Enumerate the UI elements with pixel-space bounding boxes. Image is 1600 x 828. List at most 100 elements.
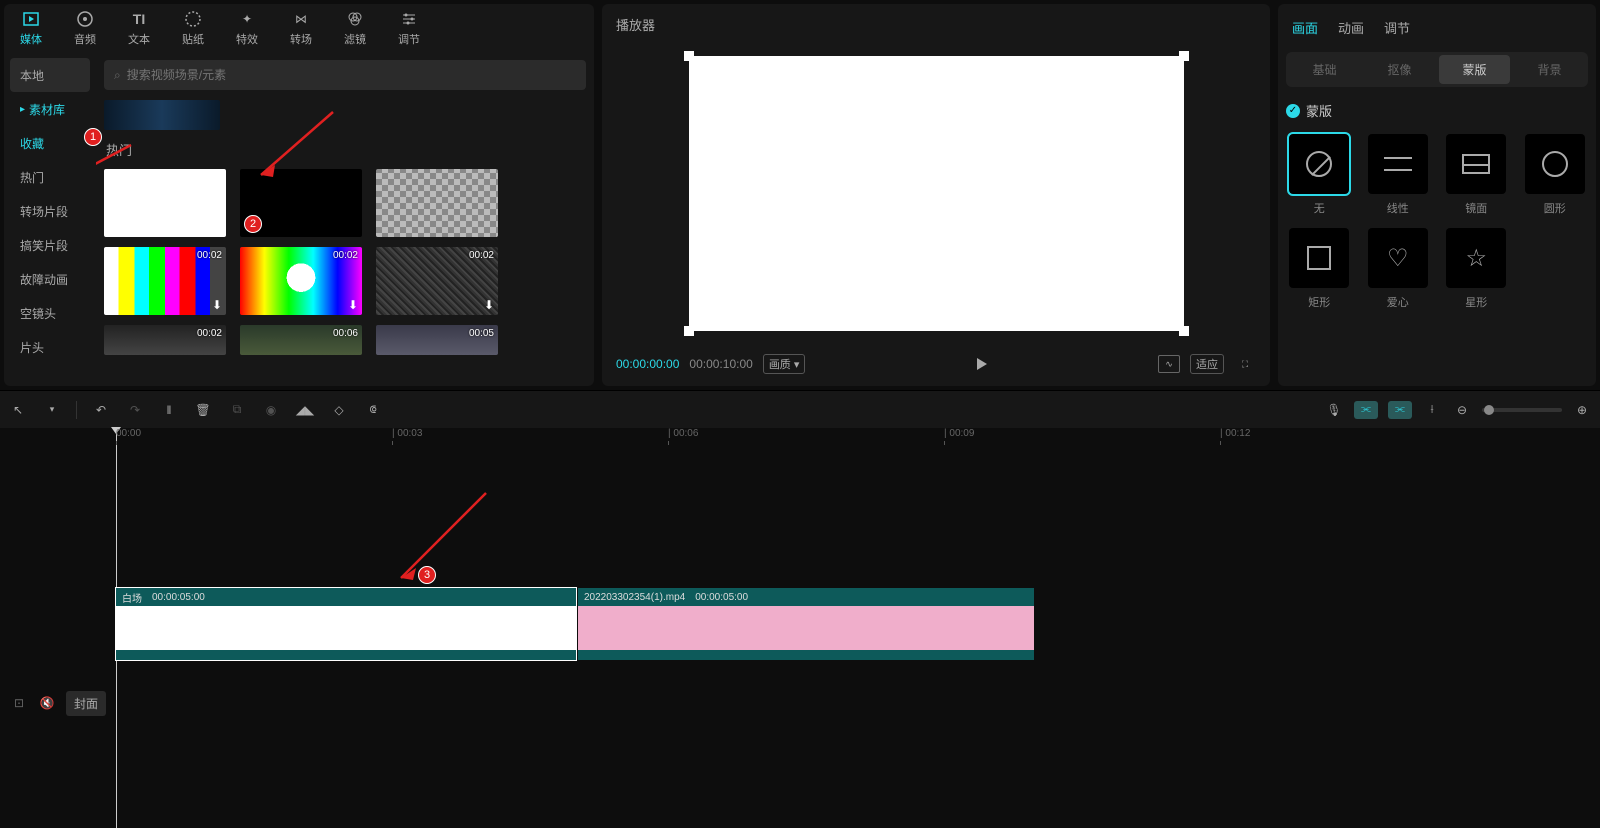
delete-button[interactable]: 🗑 xyxy=(193,400,213,420)
media-sidebar: 本地 素材库 收藏 1 热门 转场片段 搞笑片段 故障动画 空镜头 片头 xyxy=(4,52,96,386)
thumb-transparent[interactable] xyxy=(376,169,498,237)
annotation-arrow-3 xyxy=(391,488,491,588)
quality-button[interactable]: 画质 ▾ xyxy=(763,354,806,374)
thumb-clip-b[interactable]: 00:06 xyxy=(240,325,362,355)
search-bar[interactable]: ⌕ xyxy=(104,60,586,90)
player-canvas[interactable] xyxy=(602,44,1270,342)
track-mute-icon[interactable]: 🔇 xyxy=(38,694,56,712)
magnet-button-2[interactable]: ⫘ xyxy=(1388,401,1412,419)
sidebar-transitions[interactable]: 转场片段 xyxy=(10,194,90,228)
sidebar-local[interactable]: 本地 xyxy=(10,58,90,92)
resize-handle[interactable] xyxy=(1179,326,1189,336)
annotation-2: 2 xyxy=(244,215,262,233)
sidebar-glitch[interactable]: 故障动画 xyxy=(10,262,90,296)
canvas-area[interactable] xyxy=(689,56,1184,331)
annotation-arrow-1 xyxy=(96,140,136,200)
tab-media[interactable]: 媒体 xyxy=(4,4,58,52)
sidebar-empty[interactable]: 空镜头 xyxy=(10,296,90,330)
mask-grid: 无 线性 镜面 圆形 矩形 ♡爱心 ☆星形 xyxy=(1286,134,1588,310)
tab-filter[interactable]: 滤镜 xyxy=(328,4,382,52)
props-tab-animation[interactable]: 动画 xyxy=(1338,18,1364,37)
resize-handle[interactable] xyxy=(684,326,694,336)
zoom-out-button[interactable]: ⊖ xyxy=(1452,400,1472,420)
tab-transition[interactable]: ⋈ 转场 xyxy=(274,4,328,52)
thumb-colorbars-1[interactable]: 00:02⬇ xyxy=(104,247,226,315)
download-icon[interactable]: ⬇ xyxy=(484,298,494,312)
cover-button[interactable]: 封面 xyxy=(66,691,106,716)
crop-tool[interactable]: ⟃ xyxy=(363,400,383,420)
sidebar-funny[interactable]: 搞笑片段 xyxy=(10,228,90,262)
magnet-button-1[interactable]: ⫘ xyxy=(1354,401,1378,419)
tab-adjust[interactable]: 调节 xyxy=(382,4,436,52)
play-icon xyxy=(977,358,987,370)
thumb-black[interactable]: 2 xyxy=(240,169,362,237)
timeline-body: ⊡ 🔇 封面 3 白场00:00:05:00 202203302354(1).m… xyxy=(0,448,1600,818)
download-icon[interactable]: ⬇ xyxy=(212,298,222,312)
props-tab-adjust[interactable]: 调节 xyxy=(1384,18,1410,37)
tab-sticker[interactable]: 贴纸 xyxy=(166,4,220,52)
mask-rect[interactable]: 矩形 xyxy=(1286,228,1353,310)
redo-button[interactable]: ↷ xyxy=(125,400,145,420)
record-button[interactable]: ◉ xyxy=(261,400,281,420)
sidebar-hot[interactable]: 热门 xyxy=(10,160,90,194)
mask-checkbox[interactable]: ✓ 蒙版 xyxy=(1286,101,1588,120)
waveform-button[interactable]: ∿ xyxy=(1158,355,1180,373)
transition-icon: ⋈ xyxy=(292,10,310,28)
props-tabs: 画面 动画 调节 xyxy=(1286,12,1588,42)
download-icon[interactable]: ⬇ xyxy=(348,298,358,312)
track-toggle-icon[interactable]: ⊡ xyxy=(10,694,28,712)
mask-linear[interactable]: 线性 xyxy=(1365,134,1432,216)
tab-text[interactable]: TI 文本 xyxy=(112,4,166,52)
subtab-background[interactable]: 背景 xyxy=(1514,55,1585,84)
thumb-clip-c[interactable]: 00:05 xyxy=(376,325,498,355)
fit-button[interactable]: 适应 xyxy=(1190,354,1224,374)
mask-heart[interactable]: ♡爱心 xyxy=(1365,228,1432,310)
thumb-colorbars-2[interactable]: 00:02⬇ xyxy=(240,247,362,315)
zoom-slider[interactable] xyxy=(1482,408,1562,412)
effects-icon: ✦ xyxy=(238,10,256,28)
resize-handle[interactable] xyxy=(684,51,694,61)
timeline-section: ↖ ▾ ↶ ↷ ‖ 🗑 ⧉ ◉ ◢◣ ◇ ⟃ 🎙 ⫘ ⫘ ⟊ ⊖ ⊕ 00:00… xyxy=(0,390,1600,818)
timeline-ruler[interactable]: 00:00 | 00:03 | 00:06 | 00:09 | 00:12 xyxy=(116,428,1592,448)
rotate-tool[interactable]: ◇ xyxy=(329,400,349,420)
align-button[interactable]: ⟊ xyxy=(1422,400,1442,420)
zoom-in-button[interactable]: ⊕ xyxy=(1572,400,1592,420)
track-headers: ⊡ 🔇 封面 xyxy=(0,448,116,818)
mic-button[interactable]: 🎙 xyxy=(1324,400,1344,420)
resize-handle[interactable] xyxy=(1179,51,1189,61)
copy-button[interactable]: ⧉ xyxy=(227,400,247,420)
split-tool[interactable]: ‖ xyxy=(159,400,179,420)
tracks-area[interactable]: 3 白场00:00:05:00 202203302354(1).mp400:00… xyxy=(116,448,1600,818)
mask-mirror[interactable]: 镜面 xyxy=(1443,134,1510,216)
search-input[interactable] xyxy=(127,68,576,82)
thumb-recent[interactable] xyxy=(104,100,220,130)
top-tabs: 媒体 音频 TI 文本 贴纸 ✦ 特效 ⋈ 转场 xyxy=(4,4,594,52)
fullscreen-button[interactable]: ⛶ xyxy=(1234,355,1256,373)
thumb-clip-a[interactable]: 00:02 xyxy=(104,325,226,355)
subtab-basic[interactable]: 基础 xyxy=(1289,55,1360,84)
cursor-tool[interactable]: ↖ xyxy=(8,400,28,420)
media-content: ⌕ 热门 2 00:02⬇ 00:02 xyxy=(96,52,594,386)
time-duration: 00:00:10:00 xyxy=(689,357,752,371)
subtab-cutout[interactable]: 抠像 xyxy=(1364,55,1435,84)
mask-none[interactable]: 无 xyxy=(1286,134,1353,216)
mask-circle[interactable]: 圆形 xyxy=(1522,134,1589,216)
search-icon: ⌕ xyxy=(114,68,121,83)
subtab-mask[interactable]: 蒙版 xyxy=(1439,55,1510,84)
dropdown-icon[interactable]: ▾ xyxy=(42,400,62,420)
clip-white[interactable]: 白场00:00:05:00 xyxy=(116,588,576,660)
play-button[interactable] xyxy=(815,358,1148,370)
thumb-noise[interactable]: 00:02⬇ xyxy=(376,247,498,315)
undo-button[interactable]: ↶ xyxy=(91,400,111,420)
player-panel: 播放器 00:00:00:00 00:00:10:00 画质 ▾ ∿ 适应 ⛶ xyxy=(602,4,1270,386)
tab-audio[interactable]: 音频 xyxy=(58,4,112,52)
sidebar-favorites[interactable]: 收藏 1 xyxy=(10,126,90,160)
clip-video[interactable]: 202203302354(1).mp400:00:05:00 xyxy=(578,588,1034,660)
mirror-tool[interactable]: ◢◣ xyxy=(295,400,315,420)
props-tab-picture[interactable]: 画面 xyxy=(1292,18,1318,37)
sidebar-opening[interactable]: 片头 xyxy=(10,330,90,364)
sidebar-library[interactable]: 素材库 xyxy=(10,92,90,126)
section-hot-label: 热门 xyxy=(106,140,586,159)
tab-effects[interactable]: ✦ 特效 xyxy=(220,4,274,52)
mask-star[interactable]: ☆星形 xyxy=(1443,228,1510,310)
